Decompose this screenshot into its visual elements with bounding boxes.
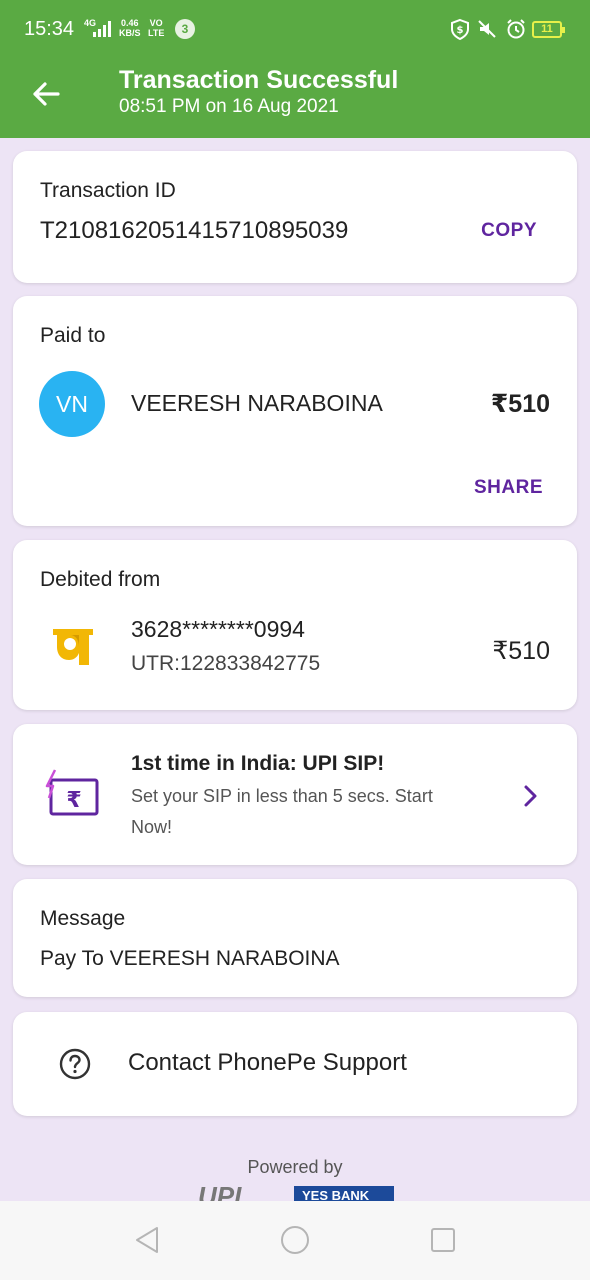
paid-amount: ₹510	[490, 390, 550, 418]
message-label: Message	[40, 907, 126, 930]
account-number: 3628********0994	[131, 616, 305, 642]
volte-indicator: VO LTE	[148, 18, 164, 38]
transaction-id-card: Transaction ID T2108162051415710895039 C…	[13, 151, 577, 283]
message-text: Pay To VEERESH NARABOINA	[40, 947, 340, 970]
avatar: VN	[39, 371, 105, 437]
speed-unit: KB/S	[119, 28, 141, 38]
promo-description: Set your SIP in less than 5 secs. Start	[131, 786, 433, 806]
nav-back-icon[interactable]	[132, 1225, 162, 1255]
help-circle-icon	[59, 1048, 91, 1080]
debited-amount: ₹510	[492, 637, 550, 665]
upi-logo: UPI	[198, 1184, 242, 1202]
transaction-datetime: 08:51 PM on 16 Aug 2021	[119, 96, 339, 117]
system-navigation-bar	[0, 1201, 590, 1280]
chevron-right-icon[interactable]	[521, 784, 541, 808]
share-button[interactable]: SHARE	[474, 477, 543, 499]
svg-text:₹: ₹	[66, 788, 81, 813]
svg-text:$: $	[457, 25, 464, 36]
alarm-icon	[507, 19, 525, 39]
yes-bank-logo: YES BANK	[294, 1186, 394, 1202]
pnb-bank-icon	[53, 629, 93, 665]
arrow-left-icon[interactable]	[28, 76, 64, 112]
rupee-card-icon: ₹	[45, 769, 99, 816]
powered-by-label: Powered by	[247, 1157, 343, 1177]
payee-name: VEERESH NARABOINA	[131, 390, 383, 416]
utr-number: UTR:122833842775	[131, 652, 321, 675]
page-title: Transaction Successful	[119, 66, 399, 94]
partner-logos: UPI YES BANK	[196, 1184, 396, 1202]
contact-support-card[interactable]: Contact PhonePe Support	[13, 1012, 577, 1116]
transaction-id-label: Transaction ID	[40, 179, 176, 202]
nav-home-icon[interactable]	[280, 1225, 310, 1255]
transaction-id-value: T2108162051415710895039	[40, 217, 349, 244]
notification-count-badge: 3	[175, 19, 195, 39]
signal-icon	[93, 21, 111, 37]
debited-from-label: Debited from	[40, 568, 161, 591]
debited-from-card: Debited from 3628********0994 UTR:122833…	[13, 540, 577, 710]
contact-support-label: Contact PhonePe Support	[128, 1049, 407, 1076]
paid-to-label: Paid to	[40, 324, 106, 347]
message-card: Message Pay To VEERESH NARABOINA	[13, 879, 577, 997]
network-speed: 0.46 KB/S	[119, 18, 141, 38]
volte-bottom: LTE	[148, 28, 165, 38]
status-bar: 15:34 4G 0.46 KB/S VO LTE 3 $ 11	[0, 0, 590, 58]
mute-icon	[478, 20, 496, 38]
volte-top: VO	[149, 18, 163, 28]
promo-title: 1st time in India: UPI SIP!	[131, 752, 385, 775]
promo-description-cont: Now!	[131, 817, 173, 837]
upi-sip-promo-card[interactable]: ₹ 1st time in India: UPI SIP! Set your S…	[13, 724, 577, 865]
nav-recents-icon[interactable]	[428, 1225, 458, 1255]
paid-to-card: Paid to VN VEERESH NARABOINA ₹510 SHARE	[13, 296, 577, 526]
status-time: 15:34	[24, 18, 75, 40]
copy-button[interactable]: COPY	[481, 220, 537, 242]
app-header: Transaction Successful 08:51 PM on 16 Au…	[0, 58, 590, 138]
security-shield-icon: $	[451, 18, 469, 40]
speed-value: 0.46	[120, 18, 139, 28]
battery-indicator: 11	[532, 21, 565, 38]
